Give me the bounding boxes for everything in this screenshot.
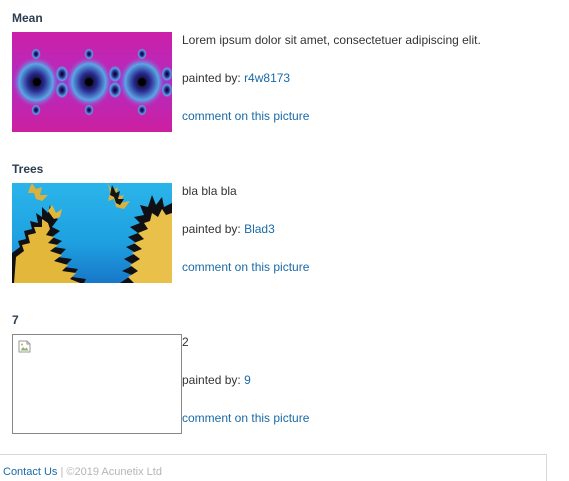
comment-link[interactable]: comment on this picture — [182, 109, 309, 123]
picture-description: bla bla bla — [182, 184, 237, 198]
painted-by: painted by: Blad3 — [182, 222, 275, 236]
picture-entry: Trees bla bla bla painted by: Blad3 comm… — [12, 162, 552, 292]
picture-entry: 7 2 painted by: 9 comment on this pictur… — [12, 313, 552, 443]
picture-entry: Mean Lorem ipsum dolor sit amet, consect… — [12, 11, 552, 141]
painted-by-label: painted by: — [182, 222, 241, 236]
fractal-image — [12, 183, 172, 283]
picture-thumbnail-mean[interactable] — [12, 32, 172, 132]
picture-description: 2 — [182, 335, 189, 349]
contact-us-link[interactable]: Contact Us — [3, 466, 57, 478]
picture-thumbnail-trees[interactable] — [12, 183, 172, 283]
gallery-page: Mean Lorem ipsum dolor sit amet, consect… — [0, 0, 569, 481]
painter-link[interactable]: r4w8173 — [244, 71, 290, 85]
comment-link[interactable]: comment on this picture — [182, 411, 309, 425]
picture-description: Lorem ipsum dolor sit amet, consectetuer… — [182, 33, 481, 47]
painter-link[interactable]: Blad3 — [244, 222, 275, 236]
footer-text: Contact Us | ©2019 Acunetix Ltd — [3, 466, 162, 478]
painted-by: painted by: r4w8173 — [182, 71, 290, 85]
painted-by-label: painted by: — [182, 373, 241, 387]
footer-separator: | — [60, 466, 64, 478]
broken-image-icon — [18, 340, 31, 353]
painted-by: painted by: 9 — [182, 373, 251, 387]
picture-title: Trees — [12, 162, 44, 176]
fractal-image — [12, 32, 172, 132]
picture-title: Mean — [12, 11, 43, 25]
footer: Contact Us | ©2019 Acunetix Ltd — [0, 454, 547, 481]
painter-link[interactable]: 9 — [244, 373, 251, 387]
picture-title: 7 — [12, 313, 19, 327]
comment-link[interactable]: comment on this picture — [182, 260, 309, 274]
painted-by-label: painted by: — [182, 71, 241, 85]
copyright-text: ©2019 Acunetix Ltd — [66, 466, 162, 478]
picture-thumbnail-broken[interactable] — [12, 334, 182, 434]
